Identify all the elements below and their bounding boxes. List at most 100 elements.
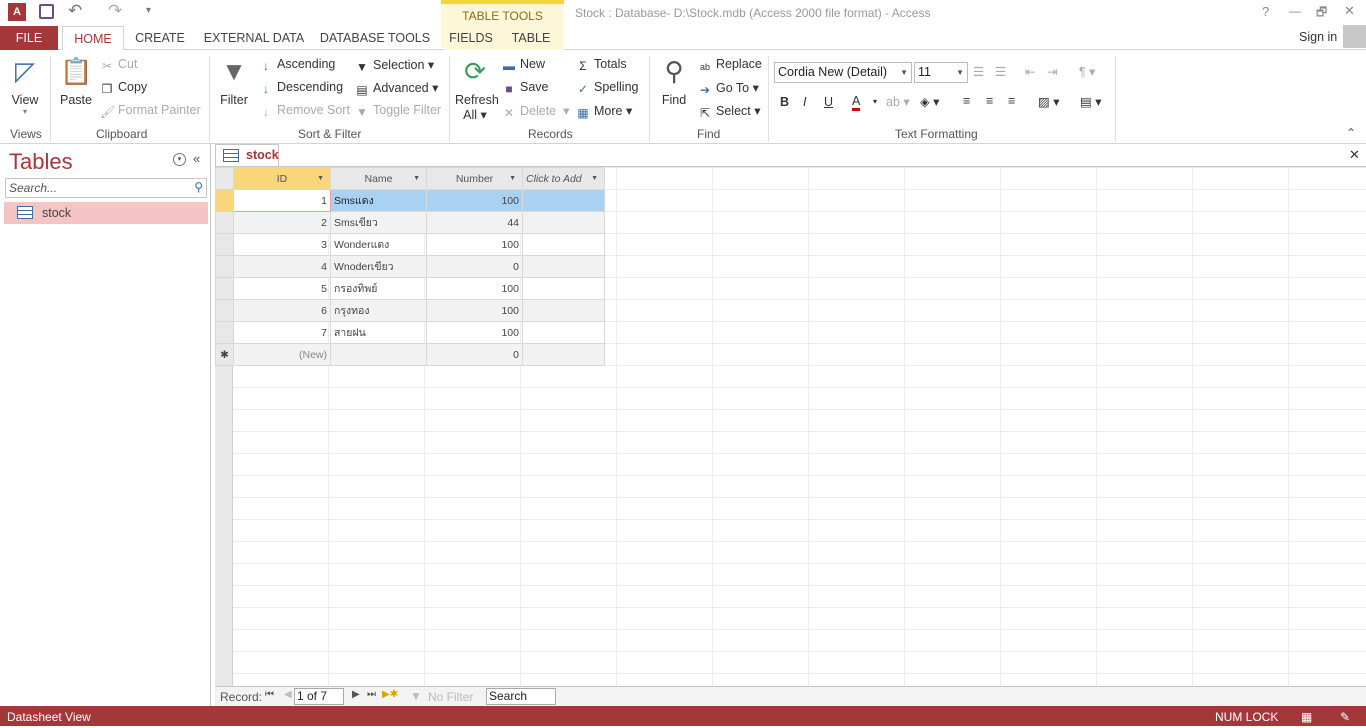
access-app-icon[interactable]: A — [8, 3, 26, 21]
cell-click-to-add[interactable] — [522, 189, 605, 212]
cell-id[interactable]: 3 — [233, 233, 331, 256]
cut-button[interactable]: ✂ Cut — [100, 57, 137, 73]
cell-name[interactable]: Wonderแดง — [330, 233, 427, 256]
bold-button[interactable]: B — [780, 95, 789, 109]
go-to-button[interactable]: ➔ Go To ▾ — [698, 80, 759, 97]
totals-button[interactable]: Σ Totals — [576, 57, 626, 73]
ascending-button[interactable]: ↓ Ascending — [259, 57, 335, 73]
tab-create[interactable]: CREATE — [130, 26, 190, 50]
cell-click-to-add[interactable] — [522, 277, 605, 300]
chevron-down-icon[interactable]: ▼ — [509, 175, 516, 182]
increase-indent-icon[interactable]: ⇥ — [1047, 64, 1057, 79]
cell-click-to-add[interactable] — [522, 343, 605, 366]
column-header-id[interactable]: ID ▼ — [233, 167, 331, 190]
record-selector[interactable] — [215, 321, 234, 344]
cell-name[interactable]: Wnoderเขียว — [330, 255, 427, 278]
selection-button[interactable]: ▼ Selection ▾ — [355, 57, 434, 74]
restore-button[interactable]: 🗗 — [1316, 3, 1327, 24]
more-button[interactable]: ▦ More ▾ — [576, 103, 632, 120]
redo-icon[interactable]: ↷ — [108, 1, 122, 21]
avatar[interactable] — [1343, 25, 1366, 48]
paste-button[interactable]: 📋 Paste — [58, 55, 94, 107]
minimize-button[interactable]: — — [1289, 4, 1301, 18]
font-name-select[interactable]: Cordia New (Detail) ▼ — [774, 62, 912, 83]
nav-search-input[interactable]: Search... ⚲ — [5, 178, 207, 198]
new-record-row[interactable]: ✱ (New) 0 — [215, 343, 605, 366]
toggle-filter-button[interactable]: ▼ Toggle Filter — [355, 103, 441, 119]
spelling-button[interactable]: ✓ Spelling — [576, 80, 639, 96]
format-painter-button[interactable]: 🖌 Format Painter — [100, 103, 201, 119]
cell-number[interactable]: 44 — [426, 211, 523, 234]
cell-name[interactable]: Smsเขียว — [330, 211, 427, 234]
table-row[interactable]: 1 Smsแดง 100 — [215, 189, 605, 212]
record-selector[interactable] — [215, 233, 234, 256]
cell-number[interactable]: 100 — [426, 277, 523, 300]
gridlines-icon[interactable]: ▤ ▾ — [1080, 94, 1102, 109]
record-selector[interactable] — [215, 255, 234, 278]
save-icon[interactable] — [39, 4, 54, 19]
cell-id[interactable]: 1 — [233, 189, 331, 212]
cell-id[interactable]: 4 — [233, 255, 331, 278]
cell-id[interactable]: 6 — [233, 299, 331, 322]
find-button[interactable]: ⚲ Find — [658, 55, 690, 107]
column-header-click-to-add[interactable]: Click to Add ▼ — [522, 167, 605, 190]
table-row[interactable]: 4 Wnoderเขียว 0 — [215, 255, 605, 278]
cell-number[interactable]: 100 — [426, 233, 523, 256]
tab-stock[interactable]: stock — [215, 144, 279, 166]
filter-button[interactable]: ▼ Filter — [218, 55, 250, 107]
column-header-number[interactable]: Number ▼ — [426, 167, 523, 190]
record-search-input[interactable]: Search — [486, 688, 556, 705]
cell-name[interactable]: กรุงทอง — [330, 299, 427, 322]
datasheet-view-icon[interactable]: ▦ — [1301, 706, 1312, 728]
cell-id[interactable]: (New) — [233, 343, 331, 366]
new-blank-record-button[interactable]: ▶✱ — [382, 689, 398, 700]
table-row[interactable]: 7 สายฝน 100 — [215, 321, 605, 344]
last-record-button[interactable]: ⏭ — [367, 689, 376, 700]
current-record-input[interactable]: 1 of 7 — [294, 688, 344, 705]
cell-id[interactable]: 2 — [233, 211, 331, 234]
close-document-button[interactable]: ✕ — [1349, 147, 1360, 163]
cell-name[interactable]: สายฝน — [330, 321, 427, 344]
cell-number[interactable]: 0 — [426, 343, 523, 366]
tab-file[interactable]: FILE — [0, 26, 58, 50]
tab-fields[interactable]: FIELDS — [444, 26, 498, 50]
tab-home[interactable]: HOME — [62, 26, 124, 51]
bullets-icon[interactable]: ☰ — [973, 64, 984, 79]
new-record-button[interactable]: ▬ New — [502, 57, 545, 73]
shutter-bar-close-icon[interactable]: « — [193, 151, 200, 166]
delete-record-button[interactable]: ✕ Delete ▾ — [502, 103, 569, 120]
align-left-icon[interactable]: ≡ — [963, 94, 970, 108]
align-right-icon[interactable]: ≡ — [1008, 94, 1015, 108]
chevron-down-icon[interactable]: ▼ — [413, 175, 420, 182]
help-button[interactable]: ? — [1262, 4, 1269, 19]
collapse-ribbon-icon[interactable]: ⌃ — [1346, 126, 1356, 140]
remove-sort-button[interactable]: ↓ Remove Sort — [259, 103, 350, 119]
close-window-button[interactable]: ✕ — [1344, 3, 1355, 19]
decrease-indent-icon[interactable]: ⇤ — [1025, 64, 1035, 79]
undo-icon[interactable]: ↶ — [68, 1, 82, 21]
sign-in-link[interactable]: Sign in — [1299, 30, 1337, 44]
cell-name[interactable]: กรองทิพย์ — [330, 277, 427, 300]
record-selector[interactable] — [215, 277, 234, 300]
previous-record-button[interactable]: ◀ — [284, 689, 292, 700]
table-row[interactable]: 5 กรองทิพย์ 100 — [215, 277, 605, 300]
tab-database-tools[interactable]: DATABASE TOOLS — [318, 26, 432, 50]
copy-button[interactable]: ❐ Copy — [100, 80, 148, 96]
tab-external-data[interactable]: EXTERNAL DATA — [200, 26, 308, 50]
column-header-name[interactable]: Name ▼ — [330, 167, 427, 190]
cell-number[interactable]: 100 — [426, 299, 523, 322]
tab-table[interactable]: TABLE — [498, 26, 564, 50]
font-color-icon[interactable]: A — [852, 94, 861, 111]
table-row[interactable]: 6 กรุงทอง 100 — [215, 299, 605, 322]
customize-qat-icon[interactable]: ▾ — [146, 5, 151, 16]
first-record-button[interactable]: ⏮ — [265, 689, 274, 700]
refresh-all-button[interactable]: ⟳ Refresh All ▾ — [455, 55, 499, 122]
view-button[interactable]: ◸ View ▾ — [6, 55, 44, 116]
cell-number[interactable]: 100 — [426, 321, 523, 344]
alternate-row-color-icon[interactable]: ▨ ▾ — [1038, 94, 1060, 109]
replace-button[interactable]: ab Replace — [698, 57, 762, 74]
cell-id[interactable]: 5 — [233, 277, 331, 300]
numbering-icon[interactable]: ☰ — [995, 64, 1006, 79]
font-size-select[interactable]: 11 ▼ — [914, 62, 968, 83]
next-record-button[interactable]: ▶ — [352, 689, 360, 700]
